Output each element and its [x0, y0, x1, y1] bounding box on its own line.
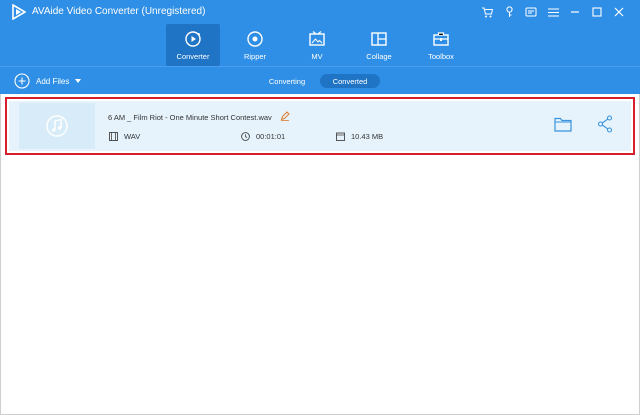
add-files-label: Add Files [36, 76, 70, 86]
sub-toolbar: Add Files Converting Converted [0, 66, 640, 94]
tab-toolbox[interactable]: Toolbox [414, 24, 468, 66]
key-icon[interactable] [498, 4, 520, 20]
tab-mv[interactable]: MV [290, 24, 344, 66]
title-bar: AVAide Video Converter (Unregistered) [0, 0, 640, 24]
menu-icon[interactable] [542, 4, 564, 20]
tab-ripper[interactable]: Ripper [228, 24, 282, 66]
tab-label: Ripper [243, 52, 267, 61]
add-circle-icon [14, 73, 30, 89]
tab-label: Converter [176, 52, 210, 61]
tab-converting[interactable]: Converting [258, 74, 316, 88]
main-nav-tabs: Converter Ripper MV Collage Toolbox [166, 24, 476, 66]
maximize-icon[interactable] [586, 4, 608, 20]
mv-icon [308, 30, 326, 48]
tab-label: Collage [366, 52, 392, 61]
cart-icon[interactable] [476, 4, 498, 20]
add-files-button[interactable]: Add Files [14, 73, 82, 89]
tab-converter[interactable]: Converter [166, 24, 220, 66]
caret-down-icon[interactable] [75, 79, 82, 83]
app-logo-icon [12, 4, 26, 20]
close-icon[interactable] [608, 4, 630, 20]
tab-label: MV [311, 52, 323, 61]
collage-icon [370, 30, 388, 48]
highlight-box [5, 97, 635, 155]
converter-icon [184, 30, 202, 48]
tab-label: Toolbox [428, 52, 454, 61]
app-window: AVAide Video Converter (Unregistered) Co… [0, 0, 640, 415]
tab-collage[interactable]: Collage [352, 24, 406, 66]
toolbox-icon [432, 30, 450, 48]
feedback-icon[interactable] [520, 4, 542, 20]
header: AVAide Video Converter (Unregistered) Co… [0, 0, 640, 94]
window-title: AVAide Video Converter (Unregistered) [32, 6, 206, 17]
converted-file-list: 6 AM _ Film Riot - One Minute Short Cont… [0, 94, 640, 415]
minimize-icon[interactable] [564, 4, 586, 20]
tab-converted[interactable]: Converted [320, 74, 380, 88]
window-controls [476, 4, 630, 20]
ripper-icon [246, 30, 264, 48]
